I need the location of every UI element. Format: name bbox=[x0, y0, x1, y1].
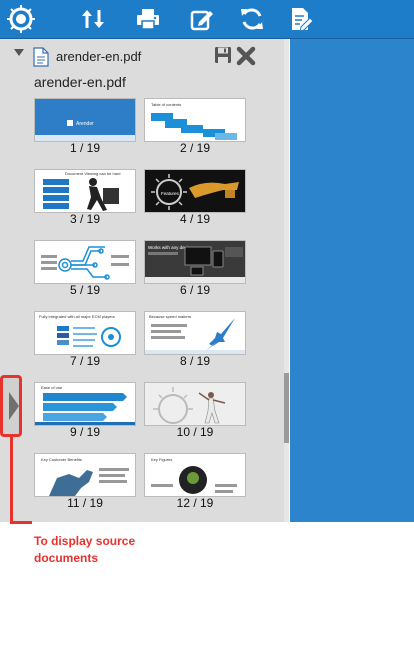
refresh-icon[interactable] bbox=[235, 2, 269, 36]
thumbnail-caption: Arender bbox=[76, 121, 94, 127]
thumbnail-page-8[interactable]: Because speed matters bbox=[145, 312, 245, 354]
source-documents-toggle[interactable] bbox=[0, 375, 22, 437]
pdf-icon bbox=[33, 47, 49, 72]
page-label: 6 / 19 bbox=[179, 283, 211, 297]
page-label: 3 / 19 bbox=[69, 212, 101, 226]
thumbnail-page-11[interactable]: Key Customer Benefits bbox=[35, 454, 135, 496]
collapse-triangle-icon[interactable] bbox=[14, 49, 24, 56]
document-file-name[interactable]: arender-en.pdf bbox=[56, 49, 141, 64]
thumbnail-caption: Ease of use bbox=[41, 385, 63, 390]
thumbnail-page-2[interactable]: Table of contents bbox=[145, 99, 245, 141]
close-icon[interactable] bbox=[236, 46, 256, 71]
page-label: 2 / 19 bbox=[179, 141, 211, 155]
sort-arrows-icon[interactable] bbox=[76, 2, 110, 36]
main-toolbar bbox=[0, 0, 414, 39]
expand-right-icon bbox=[9, 392, 19, 420]
thumbnail-caption: Because speed matters bbox=[149, 314, 191, 319]
thumbnail-caption: Key Customer Benefits bbox=[41, 457, 82, 462]
thumbnail-page-9[interactable]: Ease of use bbox=[35, 383, 135, 425]
thumbnail-page-10[interactable] bbox=[145, 383, 245, 425]
thumbnail-page-5[interactable] bbox=[35, 241, 135, 283]
page-label: 8 / 19 bbox=[179, 354, 211, 368]
document-title: arender-en.pdf bbox=[34, 74, 126, 90]
page-label: 11 / 19 bbox=[67, 496, 103, 510]
panel-scrollbar[interactable] bbox=[284, 39, 289, 522]
callout-line bbox=[10, 437, 13, 523]
page-label: 4 / 19 bbox=[179, 212, 211, 226]
thumbnail-caption: Table of contents bbox=[151, 102, 181, 107]
thumbnail-page-6[interactable]: Works with any device bbox=[145, 241, 245, 283]
page-label: 1 / 19 bbox=[69, 141, 101, 155]
page-label: 12 / 19 bbox=[176, 496, 214, 510]
thumbnail-caption: Features bbox=[161, 191, 180, 196]
page-label: 10 / 19 bbox=[176, 425, 214, 439]
page-label: 9 / 19 bbox=[69, 425, 101, 439]
document-edit-icon[interactable] bbox=[284, 2, 318, 36]
thumbnail-caption: Document Viewing can be hard bbox=[65, 171, 121, 176]
thumbnail-page-4[interactable]: Features bbox=[145, 170, 245, 212]
thumbnail-caption: Fully integrated with all major ECM play… bbox=[39, 314, 115, 319]
printer-icon[interactable] bbox=[131, 2, 165, 36]
callout-line-horizontal bbox=[10, 521, 32, 524]
thumbnail-page-1[interactable]: Arender bbox=[35, 99, 135, 141]
thumbnail-page-3[interactable]: Document Viewing can be hard bbox=[35, 170, 135, 212]
thumbnail-page-7[interactable]: Fully integrated with all major ECM play… bbox=[35, 312, 135, 354]
annotation-text: To display source documents bbox=[34, 534, 136, 565]
edit-icon[interactable] bbox=[185, 2, 219, 36]
page-label: 5 / 19 bbox=[69, 283, 101, 297]
thumbnail-page-12[interactable]: Key Figures bbox=[145, 454, 245, 496]
panel-scrollbar-thumb[interactable] bbox=[284, 373, 289, 443]
save-icon[interactable] bbox=[214, 46, 232, 69]
thumbnail-caption: Key Figures bbox=[151, 457, 172, 462]
page-label: 7 / 19 bbox=[69, 354, 101, 368]
document-viewer[interactable] bbox=[290, 39, 414, 522]
logo-gear-icon[interactable] bbox=[4, 2, 38, 36]
